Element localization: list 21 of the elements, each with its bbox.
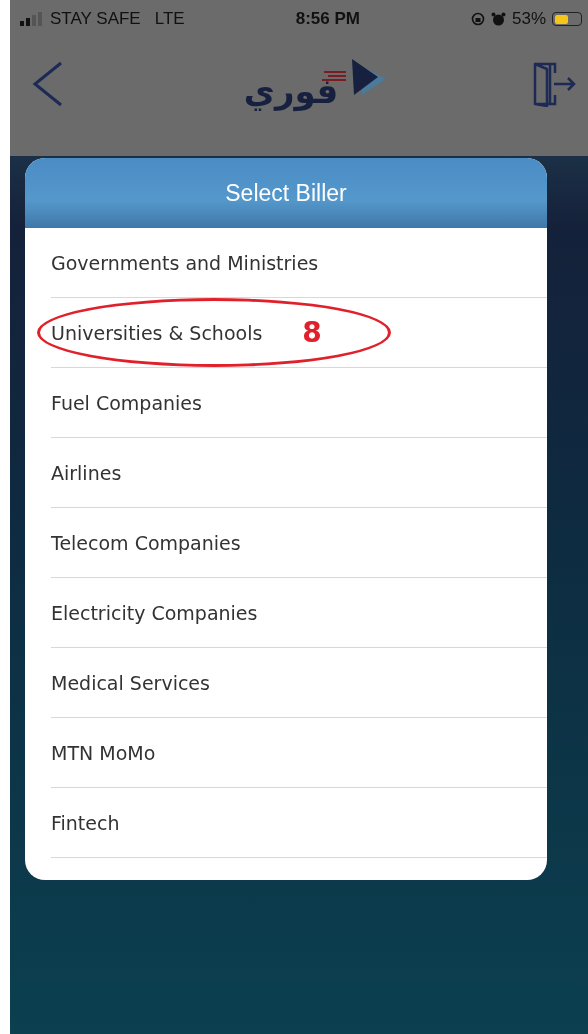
back-icon[interactable]: [32, 61, 64, 107]
logout-icon[interactable]: [532, 61, 576, 107]
clock-time: 8:56 PM: [295, 9, 360, 29]
biller-category-item[interactable]: Electricity Companies: [51, 578, 547, 647]
biller-category-item[interactable]: MTN MoMo: [51, 718, 547, 787]
battery-percentage: 53%: [511, 9, 546, 29]
biller-category-item[interactable]: Medical Services: [51, 648, 547, 717]
annotation-number: 8: [302, 315, 322, 350]
dialog-title: Select Biller: [25, 158, 547, 228]
biller-category-item[interactable]: Airlines: [51, 438, 547, 507]
signal-icon: [20, 12, 42, 26]
rotation-lock-icon: [470, 12, 485, 26]
biller-category-item[interactable]: Governments and Ministries: [51, 228, 547, 297]
biller-category-item[interactable]: Fintech: [51, 788, 547, 857]
carrier-name: STAY SAFE: [50, 9, 141, 29]
biller-category-item[interactable]: Telecom Companies: [51, 508, 547, 577]
biller-category-item[interactable]: Fuel Companies: [51, 368, 547, 437]
battery-icon: [552, 12, 582, 26]
network-type: LTE: [154, 9, 185, 29]
biller-category-item[interactable]: Universities & Schools: [51, 321, 263, 344]
logo: فوري: [243, 57, 393, 111]
